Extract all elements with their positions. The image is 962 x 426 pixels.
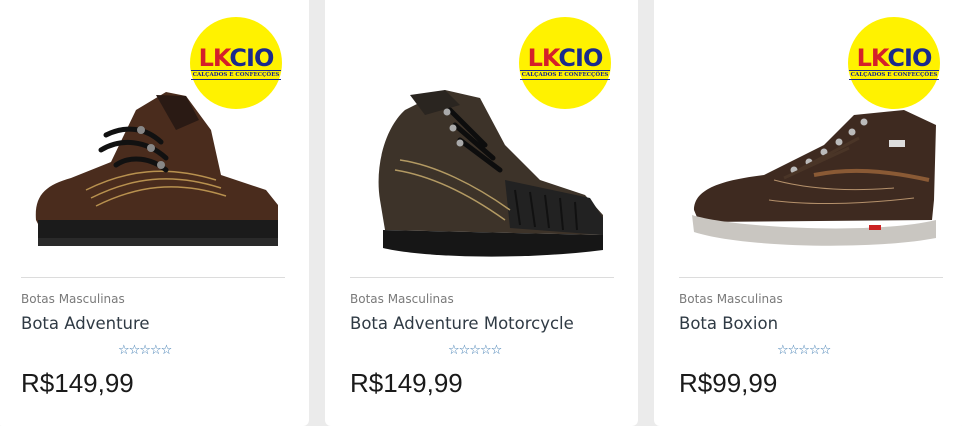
divider (350, 277, 614, 278)
product-price: R$99,99 (679, 368, 778, 398)
divider (21, 277, 285, 278)
product-image[interactable] (674, 70, 954, 270)
product-title[interactable]: Bota Adventure Motorcycle (350, 314, 574, 333)
product-card[interactable]: LKCIO CALÇADOS E CONFECÇÕES Botas Mascul… (0, 0, 309, 426)
product-category[interactable]: Botas Masculinas (679, 292, 783, 306)
product-title[interactable]: Bota Adventure (21, 314, 150, 333)
product-card[interactable]: LKCIO CALÇADOS E CONFECÇÕES Botas Mascul… (325, 0, 638, 426)
product-price: R$149,99 (21, 368, 134, 398)
rating-stars-icon: ☆☆☆☆☆ (777, 343, 831, 358)
product-category[interactable]: Botas Masculinas (350, 292, 454, 306)
product-price: R$149,99 (350, 368, 463, 398)
rating-stars-icon: ☆☆☆☆☆ (118, 343, 172, 358)
product-card[interactable]: LKCIO CALÇADOS E CONFECÇÕES Botas Mascul… (654, 0, 962, 426)
product-category[interactable]: Botas Masculinas (21, 292, 125, 306)
rating-stars-icon: ☆☆☆☆☆ (448, 343, 502, 358)
product-image[interactable] (345, 70, 625, 270)
product-title[interactable]: Bota Boxion (679, 314, 778, 333)
product-image[interactable] (16, 70, 296, 270)
divider (679, 277, 943, 278)
